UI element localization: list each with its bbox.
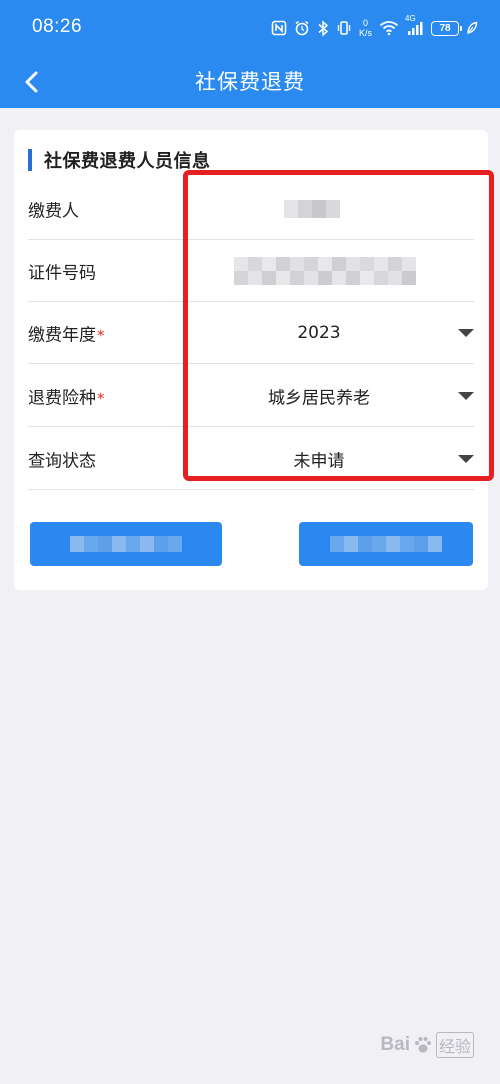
network-type: 4G bbox=[405, 14, 416, 23]
page-title: 社保费退费 bbox=[195, 70, 305, 94]
network-speed-unit: K/s bbox=[358, 28, 372, 38]
nfc-icon bbox=[271, 18, 287, 38]
caret-down-icon[interactable] bbox=[458, 391, 474, 400]
nav-bar: 社保费退费 bbox=[0, 56, 500, 108]
signal-icon: 4G bbox=[405, 14, 424, 38]
network-speed: 0 K/s bbox=[359, 18, 372, 38]
battery-icon: 78 bbox=[431, 20, 462, 36]
payment-year-label: 缴费年度* bbox=[28, 325, 105, 345]
id-number-label: 证件号码 bbox=[28, 263, 96, 283]
query-status-row[interactable]: 查询状态 未申请 bbox=[28, 428, 474, 490]
query-status-select[interactable]: 未申请 bbox=[188, 446, 450, 471]
section-header: 社保费退费人员信息 bbox=[28, 148, 211, 172]
payment-year-select[interactable]: 2023 bbox=[188, 323, 450, 343]
battery-level: 78 bbox=[439, 22, 451, 34]
caret-down-icon[interactable] bbox=[458, 454, 474, 463]
required-mark: * bbox=[97, 389, 105, 407]
leaf-icon bbox=[466, 18, 478, 38]
watermark-suffix: 经验 bbox=[435, 1032, 474, 1058]
id-number-value-redacted bbox=[234, 256, 416, 285]
id-number-row: 证件号码 bbox=[28, 240, 474, 302]
query-status-label: 查询状态 bbox=[28, 451, 96, 471]
network-speed-value: 0 bbox=[362, 18, 368, 28]
payment-year-row[interactable]: 缴费年度* 2023 bbox=[28, 302, 474, 364]
right-button-label-redacted bbox=[330, 536, 442, 552]
payer-label: 缴费人 bbox=[28, 201, 79, 221]
required-mark: * bbox=[97, 326, 105, 344]
alarm-icon bbox=[294, 18, 310, 38]
status-time: 08:26 bbox=[32, 16, 83, 37]
left-button-label-redacted bbox=[70, 536, 182, 552]
insurance-type-label: 退费险种* bbox=[28, 388, 105, 408]
insurance-type-row[interactable]: 退费险种* 城乡居民养老 bbox=[28, 365, 474, 427]
payer-value-redacted bbox=[284, 199, 340, 218]
status-icons: 0 K/s 4G 78 bbox=[271, 14, 478, 42]
watermark: Bai 经验 bbox=[380, 1032, 474, 1058]
wifi-icon bbox=[379, 18, 399, 38]
section-accent-bar bbox=[28, 149, 32, 171]
status-bar: 08:26 0 K/s 4G 78 bbox=[0, 0, 500, 56]
paw-icon bbox=[414, 1037, 431, 1053]
vibrate-icon bbox=[336, 18, 352, 38]
right-action-button[interactable] bbox=[299, 522, 473, 566]
info-card: 社保费退费人员信息 缴费人 证件号码 缴费年度* 2023 退费险种* 城乡居民… bbox=[14, 130, 488, 590]
section-title: 社保费退费人员信息 bbox=[44, 151, 211, 172]
insurance-type-select[interactable]: 城乡居民养老 bbox=[188, 383, 450, 408]
watermark-brand: Bai bbox=[380, 1034, 410, 1055]
payer-row: 缴费人 bbox=[28, 178, 474, 240]
left-action-button[interactable] bbox=[30, 522, 222, 566]
bluetooth-icon bbox=[317, 18, 329, 38]
caret-down-icon[interactable] bbox=[458, 328, 474, 337]
